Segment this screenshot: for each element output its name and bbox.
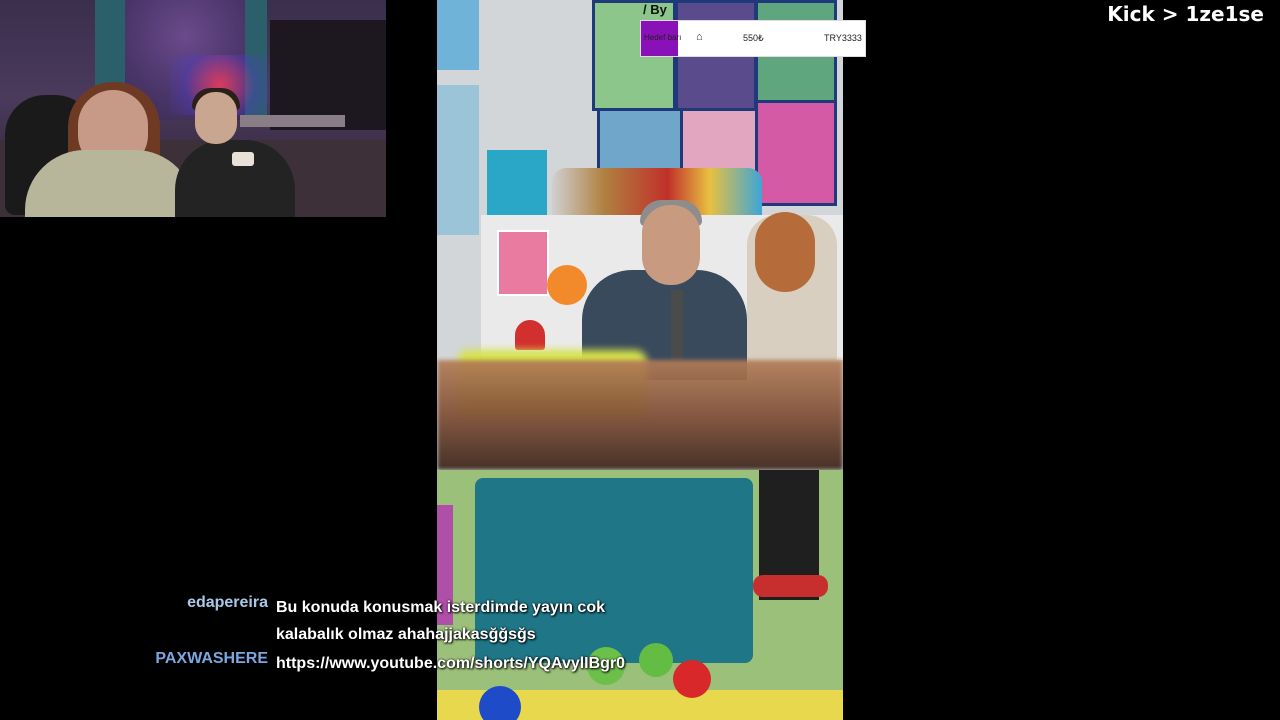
chat-overlay: edapereira Bu konuda konusmak isterdimde… xyxy=(0,594,700,679)
room-table xyxy=(240,115,345,127)
donation-goal-bar: Hedef barı ⌂ 550₺ TRY3333 xyxy=(641,21,865,56)
house-icon: ⌂ xyxy=(696,31,703,43)
wall-poster xyxy=(437,85,479,235)
streamer-body xyxy=(25,150,195,217)
chat-text: Bu konuda konusmak isterdimde yayın cok … xyxy=(276,599,605,643)
toy-blocks xyxy=(487,150,547,220)
doorway xyxy=(270,20,386,130)
channel-tag: Kick > 1ze1se xyxy=(1107,2,1264,26)
chat-username: PAXWASHERE xyxy=(155,650,268,667)
man-tie xyxy=(671,290,683,360)
red-shoes xyxy=(753,575,828,597)
bulletin-board xyxy=(755,100,837,206)
man-face xyxy=(642,205,700,285)
goal-label: Hedef barı xyxy=(644,33,682,42)
blurred-table-edge xyxy=(437,360,843,470)
kids-drawing xyxy=(497,230,549,296)
paper-mushroom xyxy=(515,320,545,350)
goal-target-amount: TRY3333 xyxy=(824,33,862,43)
chat-message: edapereira Bu konuda konusmak isterdimde… xyxy=(0,594,700,648)
webcam-overlay xyxy=(0,0,386,217)
goal-by-text: / By xyxy=(643,2,667,17)
blue-ball xyxy=(479,686,521,720)
child-hair xyxy=(755,212,815,292)
guest-face xyxy=(195,92,237,144)
chat-message: PAXWASHERE https://www.youtube.com/short… xyxy=(0,650,700,677)
phone xyxy=(232,152,254,166)
chat-username: edapereira xyxy=(187,594,268,611)
chat-text: https://www.youtube.com/shorts/YQAvylIBg… xyxy=(276,655,626,672)
goal-current-amount: 550₺ xyxy=(743,33,764,43)
paper-flower xyxy=(547,265,587,305)
wall-poster xyxy=(437,0,479,70)
